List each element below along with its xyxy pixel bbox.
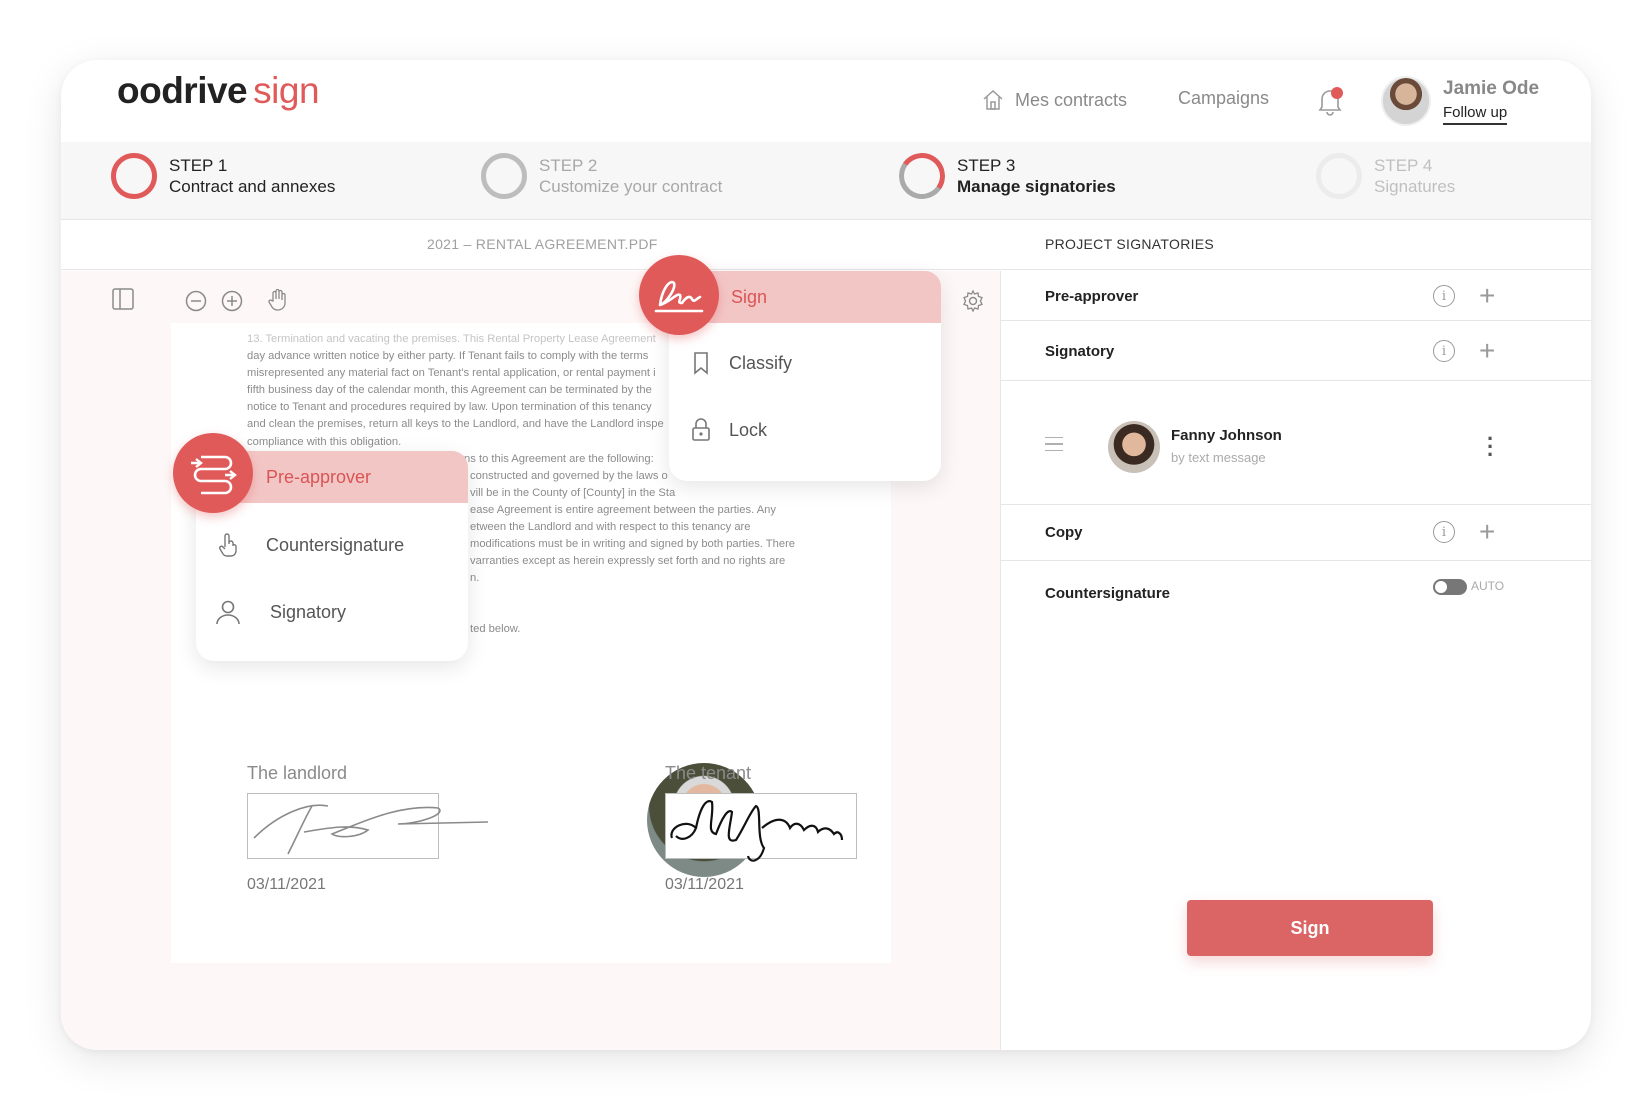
- tenant-signature-box[interactable]: [665, 793, 857, 862]
- sign-button[interactable]: Sign: [1187, 900, 1433, 956]
- menu-item-classify[interactable]: Classify: [669, 337, 941, 389]
- step-3[interactable]: STEP 3 Manage signatories: [895, 149, 1116, 203]
- zoom-out-icon[interactable]: [185, 290, 207, 312]
- step-2[interactable]: STEP 2 Customize your contract: [481, 153, 722, 199]
- signatory-row: Signatory i +: [1001, 321, 1591, 381]
- user-avatar[interactable]: [1381, 76, 1431, 126]
- workflow-badge-icon: [173, 433, 253, 513]
- step-4-ring-icon: [1316, 153, 1362, 199]
- header: oodrive sign Mes contracts Campaigns Jami…: [61, 60, 1591, 142]
- touch-hand-icon: [219, 533, 237, 557]
- signatory-person-row[interactable]: Fanny Johnson by text message · · ·: [1001, 381, 1591, 505]
- copy-title: Copy: [1045, 524, 1083, 541]
- tenant-label: The tenant: [665, 763, 752, 783]
- menu-item-countersignature[interactable]: Countersignature: [196, 519, 468, 571]
- lock-icon: [692, 418, 710, 441]
- menu-item-signatory-label: Signatory: [270, 601, 347, 622]
- menu-item-pre-approver-label: Pre-approver: [266, 466, 372, 487]
- document-viewer: 13. Termination and vacating the premise…: [61, 255, 1001, 1050]
- add-copy-plus-icon[interactable]: +: [1479, 518, 1495, 546]
- nav-campaigns-label: Campaigns: [1178, 88, 1270, 108]
- pre-approver-row: Pre-approver i +: [1001, 271, 1591, 321]
- bookmark-icon: [694, 352, 708, 375]
- landlord-signature-image: [253, 804, 489, 855]
- menu-item-classify-label: Classify: [729, 352, 793, 373]
- menu-item-lock[interactable]: Lock: [669, 404, 941, 456]
- landlord-date: 03/11/2021: [247, 876, 326, 893]
- document-filename: 2021 – RENTAL AGREEMENT.PDF: [427, 236, 658, 252]
- step-2-title: Customize your contract: [539, 177, 723, 196]
- user-icon: [216, 600, 240, 625]
- more-options-icon[interactable]: · · ·: [1487, 428, 1494, 466]
- app-window: oodrive sign Mes contracts Campaigns Jami…: [61, 60, 1591, 1050]
- signatories-heading: PROJECT SIGNATORIES: [1045, 236, 1215, 252]
- settings-gear-icon[interactable]: [961, 289, 985, 313]
- landlord-label: The landlord: [247, 763, 348, 783]
- logo-product: sign: [253, 70, 320, 111]
- follow-up-link[interactable]: Follow up: [1443, 104, 1508, 125]
- bell-icon[interactable]: [1316, 86, 1344, 116]
- menu-item-sign-label: Sign: [731, 286, 768, 307]
- logo[interactable]: oodrive sign: [117, 70, 320, 112]
- step-2-number: STEP 2: [539, 156, 598, 175]
- step-1[interactable]: STEP 1 Contract and annexes: [111, 153, 335, 199]
- step-4[interactable]: STEP 4 Signatures: [1316, 153, 1455, 199]
- menu-item-countersignature-label: Countersignature: [266, 534, 405, 555]
- nav-my-contracts-label: Mes contracts: [1015, 89, 1128, 110]
- person-avatar: [1108, 421, 1160, 473]
- nav-campaigns[interactable]: Campaigns: [1178, 88, 1269, 109]
- info-icon[interactable]: i: [1433, 340, 1455, 362]
- pre-approver-title: Pre-approver: [1045, 288, 1139, 305]
- step-2-ring-icon: [481, 153, 527, 199]
- signature-badge-icon: [639, 255, 719, 335]
- info-icon[interactable]: i: [1433, 285, 1455, 307]
- person-delivery-method: by text message: [1171, 450, 1266, 465]
- menu-item-lock-label: Lock: [729, 419, 768, 440]
- add-pre-approver-plus-icon[interactable]: +: [1479, 282, 1495, 310]
- signatory-title: Signatory: [1045, 343, 1115, 360]
- copy-row: Copy i +: [1001, 505, 1591, 561]
- info-icon[interactable]: i: [1433, 521, 1455, 543]
- auto-toggle-label: AUTO: [1471, 579, 1505, 593]
- add-signatory-plus-icon[interactable]: +: [1479, 337, 1495, 365]
- signatories-title-bar: PROJECT SIGNATORIES: [1001, 220, 1591, 270]
- home-icon: [983, 89, 1003, 110]
- step-1-number: STEP 1: [169, 156, 228, 175]
- logo-brand: oodrive: [117, 70, 248, 111]
- step-1-ring-icon: [111, 153, 157, 199]
- tenant-signature-image: [670, 800, 844, 862]
- document-title-bar: 2021 – RENTAL AGREEMENT.PDF: [61, 220, 1001, 270]
- step-3-title: Manage signatories: [957, 177, 1116, 196]
- step-4-title: Signatures: [1374, 177, 1456, 196]
- countersignature-title: Countersignature: [1045, 585, 1171, 602]
- person-name: Fanny Johnson: [1171, 427, 1282, 444]
- step-3-number: STEP 3: [957, 156, 1016, 175]
- signatories-panel: Pre-approver i + Signatory i + Fanny Joh…: [1001, 271, 1591, 1050]
- menu-item-signatory[interactable]: Signatory: [196, 586, 468, 638]
- pan-hand-icon[interactable]: [265, 287, 291, 313]
- zoom-in-icon[interactable]: [221, 290, 243, 312]
- landlord-signature-box[interactable]: [247, 793, 489, 859]
- step-progress: STEP 1 Contract and annexes STEP 2 Custo…: [61, 142, 1591, 220]
- nav-my-contracts[interactable]: Mes contracts: [981, 88, 1127, 112]
- step-3-ring-icon: [895, 149, 949, 203]
- countersignature-row: Countersignature AUTO: [1001, 561, 1591, 621]
- tenant-date: 03/11/2021: [665, 876, 744, 893]
- step-1-title: Contract and annexes: [169, 177, 336, 196]
- user-name: Jamie Ode: [1443, 78, 1540, 99]
- sidebar-toggle-icon[interactable]: [111, 287, 135, 311]
- drag-handle-icon[interactable]: [1045, 437, 1063, 451]
- auto-toggle[interactable]: [1433, 579, 1467, 595]
- step-4-number: STEP 4: [1374, 156, 1433, 175]
